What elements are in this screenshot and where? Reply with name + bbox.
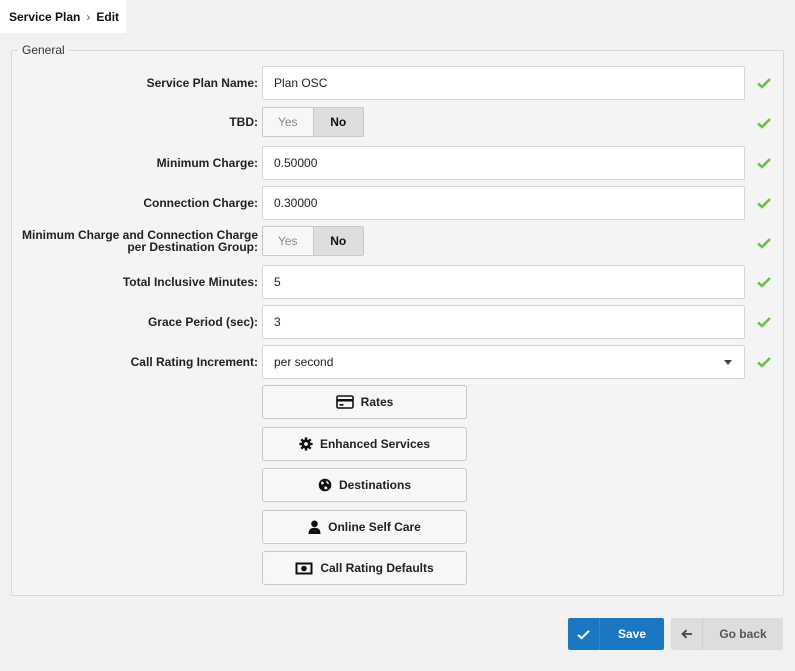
total-inclusive-minutes-input[interactable] <box>262 265 745 299</box>
per-destination-group-label: Minimum Charge and Connection Charge per… <box>8 226 258 256</box>
online-self-care-button-label: Online Self Care <box>328 520 421 534</box>
tbd-yes-option[interactable]: Yes <box>263 108 313 136</box>
connection-charge-input[interactable] <box>262 186 745 220</box>
check-icon <box>757 198 771 209</box>
row-total-inclusive-minutes: Total Inclusive Minutes: <box>0 265 795 299</box>
per-destination-group-label-line2: per Destination Group: <box>127 240 258 254</box>
call-rating-increment-value: per second <box>274 355 334 369</box>
tbd-no-option[interactable]: No <box>312 108 363 136</box>
gear-icon <box>299 437 313 451</box>
breadcrumb: Service Plan › Edit <box>0 0 126 33</box>
row-tbd: TBD: Yes No <box>0 107 795 141</box>
breadcrumb-current: Edit <box>96 9 120 24</box>
check-icon <box>757 277 771 288</box>
tbd-label: TBD: <box>229 115 258 129</box>
online-self-care-button[interactable]: Online Self Care <box>262 510 467 544</box>
money-bill-icon <box>295 562 313 575</box>
call-rating-increment-select[interactable]: per second <box>262 345 745 379</box>
destinations-button-label: Destinations <box>338 478 411 492</box>
chevron-down-icon <box>724 360 732 365</box>
row-call-rating-increment: Call Rating Increment: per second <box>0 345 795 379</box>
total-inclusive-minutes-label: Total Inclusive Minutes: <box>122 275 258 289</box>
service-plan-name-label: Service Plan Name: <box>146 76 258 90</box>
grace-period-label: Grace Period (sec): <box>147 315 258 329</box>
call-rating-defaults-button-label: Call Rating Defaults <box>320 561 434 575</box>
go-back-button[interactable]: Go back <box>671 618 783 650</box>
per-destination-group-no-option[interactable]: No <box>312 227 363 255</box>
enhanced-services-button-label: Enhanced Services <box>319 437 431 451</box>
breadcrumb-separator: › <box>86 9 91 24</box>
user-icon <box>308 520 321 534</box>
rates-button[interactable]: Rates <box>262 385 467 419</box>
connection-charge-label: Connection Charge: <box>143 196 258 210</box>
row-service-plan-name: Service Plan Name: <box>0 66 795 100</box>
breadcrumb-parent[interactable]: Service Plan <box>9 10 80 24</box>
per-destination-group-yes-option[interactable]: Yes <box>263 227 313 255</box>
per-destination-group-toggle: Yes No <box>262 226 364 256</box>
arrow-left-icon <box>671 618 703 650</box>
minimum-charge-label: Minimum Charge: <box>156 156 258 170</box>
rates-button-label: Rates <box>360 395 394 409</box>
row-connection-charge: Connection Charge: <box>0 186 795 220</box>
grace-period-input[interactable] <box>262 305 745 339</box>
check-icon <box>757 158 771 169</box>
check-icon <box>757 238 771 249</box>
row-minimum-charge: Minimum Charge: <box>0 146 795 180</box>
globe-icon <box>318 478 332 492</box>
save-button-label: Save <box>617 627 647 641</box>
check-icon <box>757 357 771 368</box>
destinations-button[interactable]: Destinations <box>262 468 467 502</box>
service-plan-name-input[interactable] <box>262 66 745 100</box>
check-icon <box>757 78 771 89</box>
minimum-charge-input[interactable] <box>262 146 745 180</box>
row-per-destination-group: Minimum Charge and Connection Charge per… <box>0 226 795 260</box>
top-bar <box>126 0 795 33</box>
check-icon <box>757 317 771 328</box>
call-rating-increment-label: Call Rating Increment: <box>130 355 258 369</box>
panel-legend: General <box>22 43 65 57</box>
check-icon <box>568 618 600 650</box>
check-icon <box>757 118 771 129</box>
tbd-toggle: Yes No <box>262 107 364 137</box>
row-grace-period: Grace Period (sec): <box>0 305 795 339</box>
enhanced-services-button[interactable]: Enhanced Services <box>262 427 467 461</box>
go-back-button-label: Go back <box>719 627 767 641</box>
credit-card-icon <box>335 395 354 409</box>
save-button[interactable]: Save <box>568 618 664 650</box>
call-rating-defaults-button[interactable]: Call Rating Defaults <box>262 551 467 585</box>
